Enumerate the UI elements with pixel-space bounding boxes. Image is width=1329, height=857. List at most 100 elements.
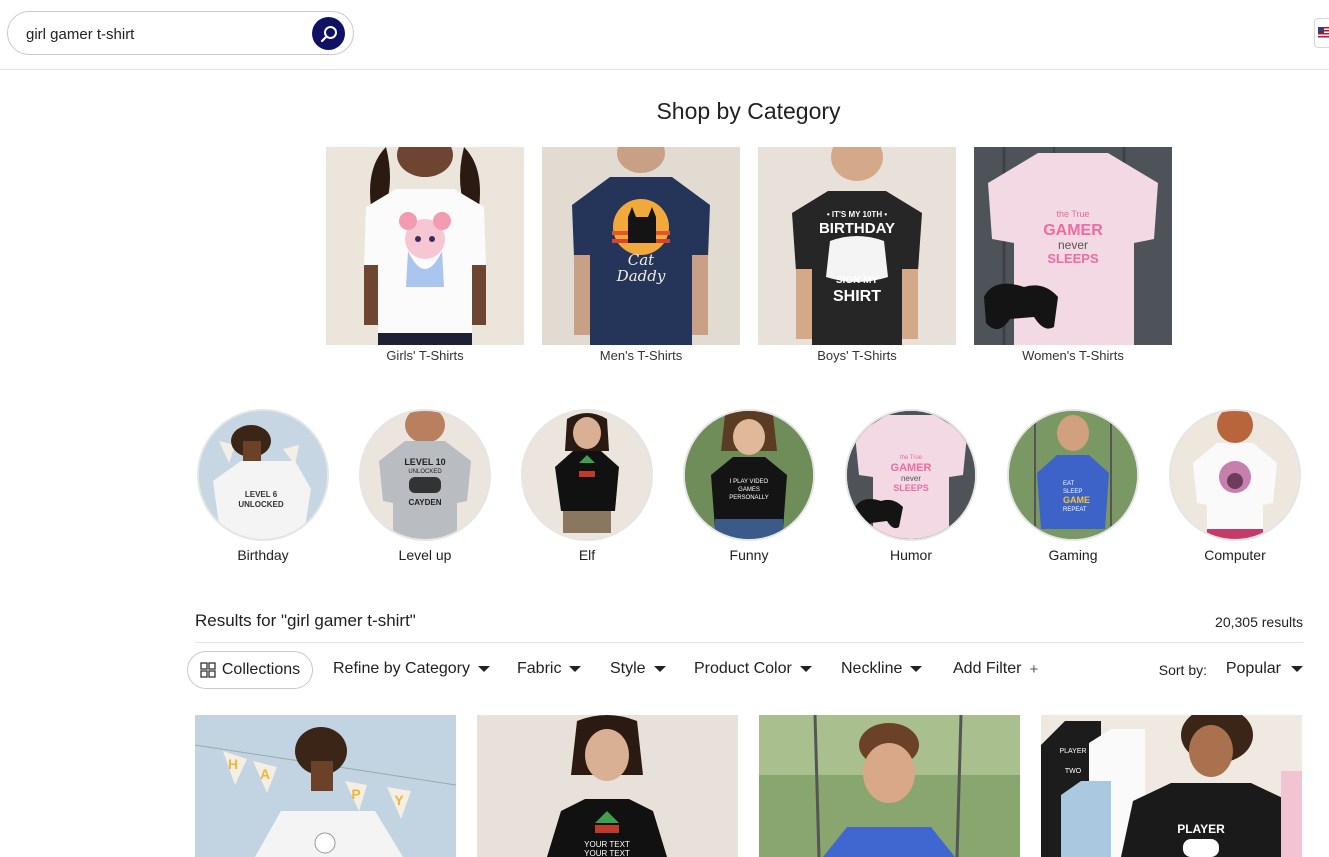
search-button[interactable] [312,17,345,50]
girls-tshirt-image [326,147,524,345]
level-up-collection-image: LEVEL 10 UNLOCKED CAYDEN [359,409,491,541]
collection-label: Birthday [237,547,289,563]
filter-label: Style [610,660,646,677]
bday-text-2: BIRTHDAY [819,220,895,237]
birthday-collection-image: LEVEL 6 UNLOCKED [197,409,329,541]
level10-text-3: CAYDEN [408,498,441,507]
mens-tshirt-image: Cat Daddy [542,147,740,345]
caret-down-icon [569,666,582,672]
elf-text-1: YOUR TEXT [584,840,630,849]
results-title: Results for "girl gamer t-shirt" [195,611,416,630]
product-image: PLAYER TWO PLAYER [1041,715,1302,857]
gamer-text-4: SLEEPS [1047,251,1099,266]
filter-bar: Collections Refine by Category Fabric St… [187,651,1307,691]
category-label: Boys' T-Shirts [817,348,897,363]
filter-label: Refine by Category [333,660,470,677]
collection-label: Funny [729,547,769,563]
womens-tshirt-image: the True GAMER never SLEEPS [974,147,1172,345]
player-text-2: TWO [1065,768,1082,775]
bday-text-4: SHIRT [833,288,881,305]
product-image [759,715,1020,857]
product-image: H A P Y [195,715,456,857]
sort-value: Popular [1225,660,1281,677]
caret-down-icon [910,666,923,672]
category-label: Girls' T-Shirts [386,348,464,363]
gaming-text-3: GAME [1063,495,1090,505]
filter-product-color[interactable]: Product Color [694,660,812,678]
player-text-3: PLAYER [1177,822,1225,836]
search-input[interactable] [26,23,306,45]
divider [195,642,1303,643]
filter-neckline[interactable]: Neckline [841,660,923,678]
collection-circle-gaming[interactable]: EAT SLEEP GAME REPEAT Gaming [1007,409,1139,563]
collection-label: Gaming [1048,547,1098,563]
add-filter-button[interactable]: Add Filter + [953,660,1038,678]
computer-collection-image [1169,409,1301,541]
caret-down-icon [653,666,666,672]
level10-text-2: UNLOCKED [408,469,442,475]
funny-text-3: PERSONALLY [729,495,769,501]
caret-down-icon [799,666,812,672]
banner-letter: H [228,756,238,772]
player-text-1: PLAYER [1059,748,1086,755]
funny-text-2: GAMES [738,487,760,493]
filter-fabric[interactable]: Fabric [517,660,582,678]
gaming-collection-image: EAT SLEEP GAME REPEAT [1007,409,1139,541]
humor-text-1: the True [900,455,923,461]
filter-refine-by-category[interactable]: Refine by Category [333,660,490,678]
caret-down-icon [1291,666,1303,672]
collection-circle-humor[interactable]: the True GAMER never SLEEPS Humor [845,409,977,563]
bday-text-1: • IT'S MY 10TH • [827,210,887,219]
collections-button[interactable]: Collections [187,651,313,689]
collection-label: Humor [889,547,932,563]
gamer-text-3: never [1058,238,1088,252]
level6-text-2: UNLOCKED [238,500,284,509]
collection-circle-funny[interactable]: I PLAY VIDEO GAMES PERSONALLY Funny [683,409,815,563]
search-bar [7,11,354,55]
filter-label: Product Color [694,660,792,677]
category-tile-girls[interactable]: Girls' T-Shirts [326,147,524,363]
results-count: 20,305 results [1215,614,1303,630]
category-tile-boys[interactable]: • IT'S MY 10TH • BIRTHDAY SIGN MY SHIRT … [758,147,956,363]
product-card-4[interactable]: PLAYER TWO PLAYER [1041,715,1302,857]
banner-letter: A [260,766,270,782]
category-tile-women[interactable]: the True GAMER never SLEEPS Women's T-Sh… [974,147,1172,363]
collections-label: Collections [221,661,301,678]
gaming-text-4: REPEAT [1063,507,1087,513]
filter-label: Fabric [517,660,562,677]
collection-circle-level-up[interactable]: LEVEL 10 UNLOCKED CAYDEN Level up [359,409,491,563]
banner-letter: Y [394,792,404,808]
funny-text-1: I PLAY VIDEO [730,479,769,485]
gamer-text-1: the True [1056,209,1089,219]
bday-text-3: SIGN MY [836,275,879,286]
humor-text-4: SLEEPS [893,483,929,493]
product-card-3[interactable] [759,715,1020,857]
banner-letter: P [351,786,360,802]
boys-tshirt-image: • IT'S MY 10TH • BIRTHDAY SIGN MY SHIRT [758,147,956,345]
product-card-2[interactable]: YOUR TEXT YOUR TEXT [477,715,738,857]
filter-label: Neckline [841,660,903,677]
search-icon [320,25,337,42]
category-label: Women's T-Shirts [1022,348,1124,363]
collection-label: Elf [578,547,596,563]
sort-select[interactable]: Popular [1226,660,1303,678]
site-header [0,0,1329,70]
caret-down-icon [477,666,490,672]
collection-circle-birthday[interactable]: LEVEL 6 UNLOCKED Birthday [197,409,329,563]
grid-icon [200,662,216,678]
shop-by-category-title: Shop by Category [656,98,841,124]
category-label: Men's T-Shirts [599,348,683,363]
cat-daddy-text-2: Daddy [616,267,666,285]
collection-label: Level up [398,547,452,563]
us-flag-icon[interactable] [1314,18,1329,48]
elf-text-2: YOUR TEXT [584,849,630,857]
add-filter-label: Add Filter [953,660,1022,677]
collection-circle-elf[interactable]: Elf [521,409,653,563]
funny-collection-image: I PLAY VIDEO GAMES PERSONALLY [683,409,815,541]
category-tile-men[interactable]: Cat Daddy Men's T-Shirts [542,147,740,363]
gamer-text-2: GAMER [1043,222,1103,239]
product-card-1[interactable]: H A P Y [195,715,456,857]
filter-style[interactable]: Style [610,660,666,678]
collection-circle-computer[interactable]: Computer [1169,409,1301,563]
level10-text-1: LEVEL 10 [404,457,445,467]
